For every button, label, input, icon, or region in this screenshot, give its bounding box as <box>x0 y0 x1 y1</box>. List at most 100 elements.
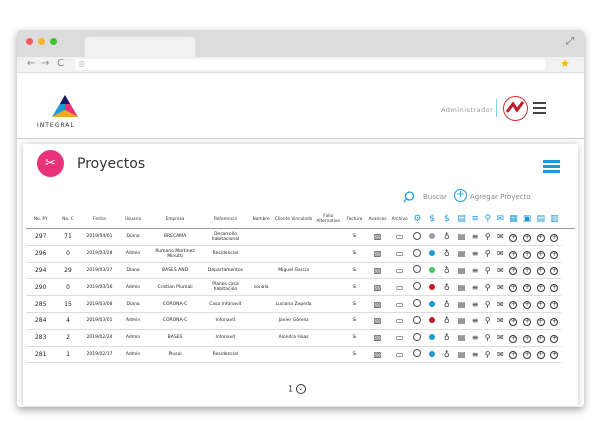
add-circle-icon[interactable]: + <box>506 278 521 297</box>
chat-icon[interactable]: ▤ <box>454 210 469 229</box>
add-circle-icon[interactable]: + <box>533 228 548 246</box>
minimize-dot[interactable] <box>38 38 45 45</box>
money-bag-icon[interactable]: $ <box>439 210 455 229</box>
status-ball-icon[interactable] <box>424 245 440 263</box>
table-row[interactable]: 297 71 2019/04/01 Diana BRECAMA Desarrollo ha… <box>26 228 575 246</box>
status-circle-icon[interactable] <box>410 278 425 297</box>
search-icon[interactable]: ⚲ <box>481 278 495 297</box>
header-cell[interactable]: Nombre <box>248 210 274 229</box>
image-icon[interactable]: ▧ <box>366 312 390 330</box>
header-cell[interactable]: No. PY <box>26 210 56 229</box>
add-project-icon[interactable]: + <box>454 189 467 202</box>
header-cell[interactable]: Folio Alternativo <box>313 210 343 229</box>
add-circle-icon[interactable]: + <box>547 245 562 263</box>
table-row[interactable]: 281 1 2019/02/17 Admin Plusol Residencial Si ▧ ▭… <box>26 346 575 364</box>
add-circle-icon[interactable]: + <box>520 295 534 313</box>
add-circle-icon[interactable]: + <box>533 262 548 280</box>
search-icon[interactable]: ⚲ <box>481 312 495 330</box>
money-bag-icon[interactable]: ♁ <box>439 295 455 313</box>
list-icon[interactable]: ≡ <box>468 210 482 229</box>
clipboard-icon[interactable]: ▣ <box>520 210 534 229</box>
integral-logo[interactable]: INTEGRAL <box>37 95 93 131</box>
search-icon[interactable]: ⚲ <box>481 329 495 347</box>
mail-icon[interactable]: ✉ <box>494 346 507 364</box>
back-icon[interactable]: ← <box>27 58 35 70</box>
search-button[interactable]: Buscar <box>423 193 447 201</box>
table-row[interactable]: 290 0 2019/03/16 Admin Cristian Plumall Plano… <box>26 278 575 297</box>
add-circle-icon[interactable]: + <box>533 346 548 364</box>
mail-icon[interactable]: ✉ <box>494 329 507 347</box>
mail-icon[interactable]: ✉ <box>494 295 507 313</box>
add-circle-icon[interactable]: + <box>506 346 521 364</box>
money-bag-icon[interactable]: ♁ <box>439 346 455 364</box>
file-icon[interactable]: ▥ <box>547 210 562 229</box>
add-circle-icon[interactable]: + <box>520 329 534 347</box>
money-bag-icon[interactable]: ♁ <box>439 262 455 280</box>
money-bag-icon[interactable]: ♁ <box>439 278 455 297</box>
file-icon[interactable]: ▭ <box>389 262 411 280</box>
add-circle-icon[interactable]: + <box>533 329 548 347</box>
bookmark-star-icon[interactable]: ★ <box>560 57 570 70</box>
mail-icon[interactable]: ✉ <box>494 245 507 263</box>
status-circle-icon[interactable] <box>410 295 425 313</box>
list-icon[interactable]: ≡ <box>468 312 482 330</box>
status-ball-icon[interactable] <box>424 312 440 330</box>
chat-icon[interactable]: ▤ <box>454 262 469 280</box>
header-cell[interactable]: Avances <box>366 210 390 229</box>
money-bag-icon[interactable]: ♁ <box>439 312 455 330</box>
file-icon[interactable]: ▭ <box>389 245 411 263</box>
panel-menu-icon[interactable] <box>543 160 560 173</box>
add-circle-icon[interactable]: + <box>506 245 521 263</box>
status-circle-icon[interactable] <box>410 245 425 263</box>
chat-icon[interactable]: ▤ <box>454 312 469 330</box>
status-ball-icon[interactable] <box>424 228 440 246</box>
image-icon[interactable]: ▧ <box>366 245 390 263</box>
search-icon[interactable]: ⚲ <box>481 245 495 263</box>
file-icon[interactable]: ▭ <box>389 312 411 330</box>
image-icon[interactable]: ▧ <box>366 262 390 280</box>
document-icon[interactable]: ▦ <box>506 210 521 229</box>
file-icon[interactable]: ▭ <box>389 228 411 246</box>
dollar-icon[interactable]: $ <box>424 210 440 229</box>
add-circle-icon[interactable]: + <box>506 262 521 280</box>
list-icon[interactable]: ≡ <box>468 245 482 263</box>
header-cell[interactable]: Empresa <box>147 210 203 229</box>
status-ball-icon[interactable] <box>424 346 440 364</box>
mail-icon[interactable]: ✉ <box>494 262 507 280</box>
search-icon[interactable]: ⚲ <box>481 262 495 280</box>
image-icon[interactable]: ▧ <box>366 329 390 347</box>
file-icon[interactable]: ▭ <box>389 329 411 347</box>
add-circle-icon[interactable]: + <box>506 312 521 330</box>
add-circle-icon[interactable]: + <box>506 295 521 313</box>
file-icon[interactable]: ▭ <box>389 346 411 364</box>
search-icon[interactable]: ⚲ <box>481 210 495 229</box>
mail-icon[interactable]: ✉ <box>494 312 507 330</box>
add-circle-icon[interactable]: + <box>547 329 562 347</box>
status-ball-icon[interactable] <box>424 329 440 347</box>
page-number[interactable]: 1 <box>288 385 293 394</box>
add-circle-icon[interactable]: + <box>520 228 534 246</box>
status-circle-icon[interactable] <box>410 329 425 347</box>
add-circle-icon[interactable]: + <box>506 329 521 347</box>
add-circle-icon[interactable]: + <box>547 262 562 280</box>
list-icon[interactable]: ≡ <box>468 278 482 297</box>
table-row[interactable]: 285 15 2019/03/08 Diana CORONA-C Casa Infonav… <box>26 295 575 313</box>
chat-icon[interactable]: ▤ <box>454 278 469 297</box>
search-icon[interactable]: ⚲ <box>481 228 495 246</box>
maximize-dot[interactable] <box>50 38 57 45</box>
add-circle-icon[interactable]: + <box>520 346 534 364</box>
add-circle-icon[interactable]: + <box>547 228 562 246</box>
header-cell[interactable]: Archivo <box>389 210 411 229</box>
list-icon[interactable]: ≡ <box>468 329 482 347</box>
money-bag-icon[interactable]: ♁ <box>439 329 455 347</box>
list-icon[interactable]: ≡ <box>468 262 482 280</box>
status-circle-icon[interactable] <box>410 228 425 246</box>
add-circle-icon[interactable]: + <box>547 312 562 330</box>
file-icon[interactable]: ▭ <box>389 295 411 313</box>
search-icon[interactable]: ⚲ <box>481 346 495 364</box>
mail-icon[interactable]: ✉ <box>494 210 507 229</box>
chat-icon[interactable]: ▤ <box>454 228 469 246</box>
add-circle-icon[interactable]: + <box>547 278 562 297</box>
table-row[interactable]: 284 4 2019/03/01 Admin CORONA-C Infonavit Javi… <box>26 312 575 330</box>
mail-icon[interactable]: ✉ <box>494 228 507 246</box>
